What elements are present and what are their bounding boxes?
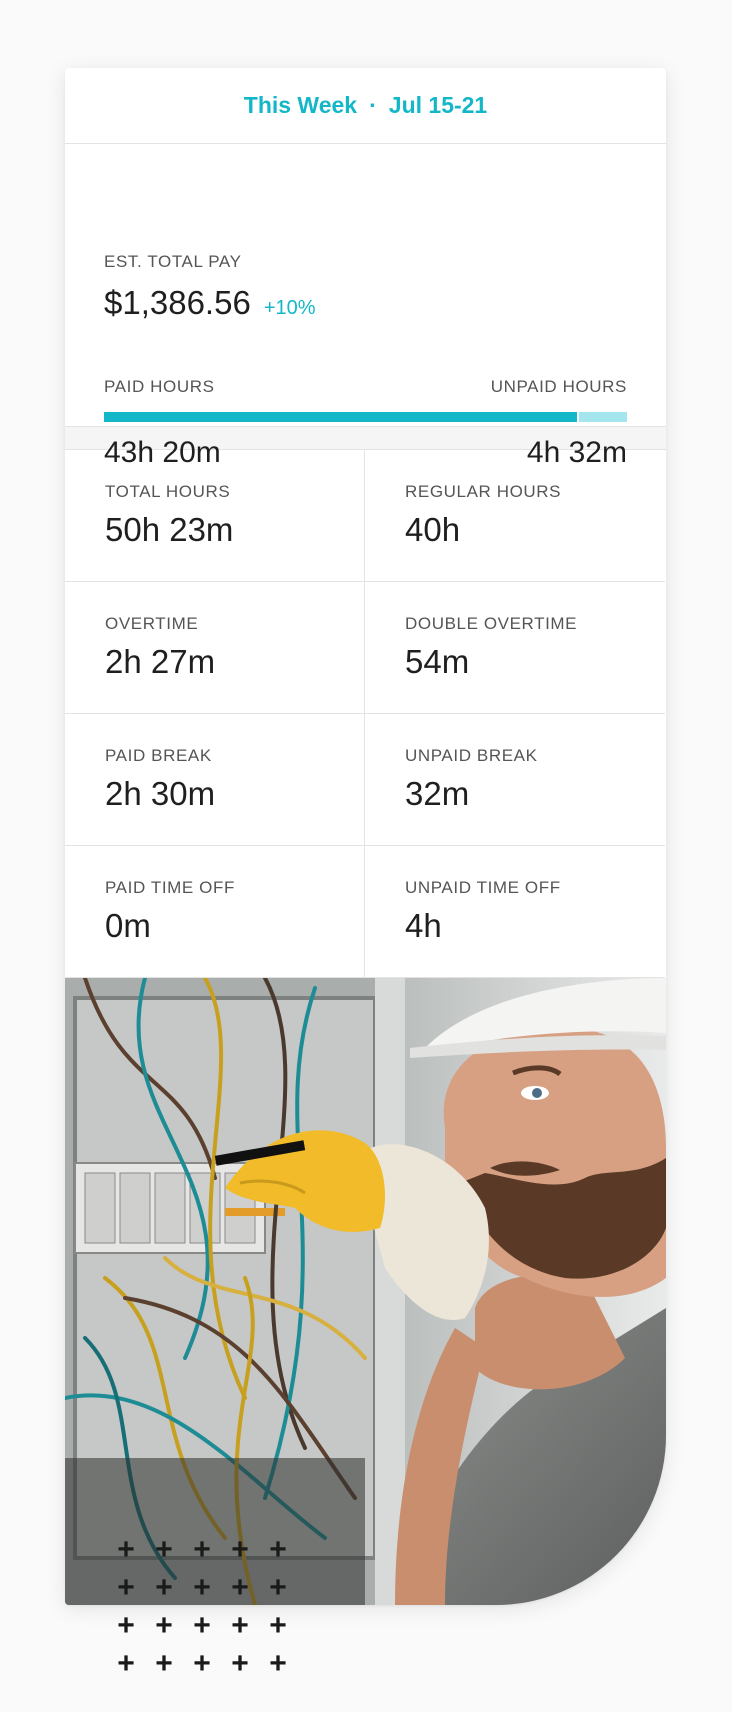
stat-value: 50h 23m — [105, 511, 234, 548]
stat-overtime: OVERTIME 2h 27m — [65, 582, 365, 714]
stat-label: REGULAR HOURS — [405, 482, 562, 501]
pay-change-badge: +10% — [263, 297, 316, 319]
stat-unpaid-time-off: UNPAID TIME OFF 4h — [365, 846, 665, 978]
stat-label: UNPAID TIME OFF — [405, 878, 561, 897]
stat-value: 2h 27m — [105, 643, 216, 680]
paid-hours-label: PAID HOURS — [104, 377, 215, 396]
decorative-plus-pattern: + + + + + + + + + + + + + + + + + + + + — [117, 1533, 287, 1680]
period-label: This Week — [243, 92, 358, 118]
stat-paid-break: PAID BREAK 2h 30m — [65, 714, 365, 846]
hours-progress-bar — [104, 412, 627, 422]
stat-value: 4h — [405, 907, 442, 944]
week-selector[interactable]: This Week · Jul 15-21 — [65, 68, 666, 144]
electrician-photo: +++++ +++++ — [65, 978, 666, 1605]
est-total-pay-label: EST. TOTAL PAY — [104, 252, 242, 271]
stat-label: DOUBLE OVERTIME — [405, 614, 578, 633]
stat-value: 32m — [405, 775, 470, 812]
unpaid-hours-value: 4h 32m — [526, 436, 627, 469]
stat-paid-time-off: PAID TIME OFF 0m — [65, 846, 365, 978]
stat-label: UNPAID BREAK — [405, 746, 538, 765]
pay-summary: EST. TOTAL PAY $1,386.56 +10% PAID HOURS… — [65, 144, 666, 469]
unpaid-hours-label: UNPAID HOURS — [490, 377, 627, 396]
stat-label: TOTAL HOURS — [105, 482, 231, 501]
stat-unpaid-break: UNPAID BREAK 32m — [365, 714, 665, 846]
est-total-pay-amount: $1,386.56 — [104, 284, 251, 321]
stat-double-overtime: DOUBLE OVERTIME 54m — [365, 582, 665, 714]
stat-label: PAID TIME OFF — [105, 878, 235, 897]
stat-value: 0m — [105, 907, 151, 944]
weekly-summary-card: This Week · Jul 15-21 EST. TOTAL PAY $1,… — [65, 68, 666, 1605]
stat-value: 2h 30m — [105, 775, 216, 812]
date-range: Jul 15-21 — [388, 92, 488, 118]
unpaid-hours-bar — [579, 412, 627, 422]
stat-label: PAID BREAK — [105, 746, 212, 765]
stat-value: 54m — [405, 643, 470, 680]
paid-hours-value: 43h 20m — [104, 436, 221, 469]
electrician-illustration — [65, 978, 666, 1605]
paid-hours-bar — [104, 412, 578, 422]
separator-dot: · — [369, 92, 377, 118]
hours-breakdown-grid: TOTAL HOURS 50h 23m REGULAR HOURS 40h OV… — [65, 450, 666, 978]
stat-label: OVERTIME — [105, 614, 199, 633]
stat-value: 40h — [405, 511, 461, 548]
